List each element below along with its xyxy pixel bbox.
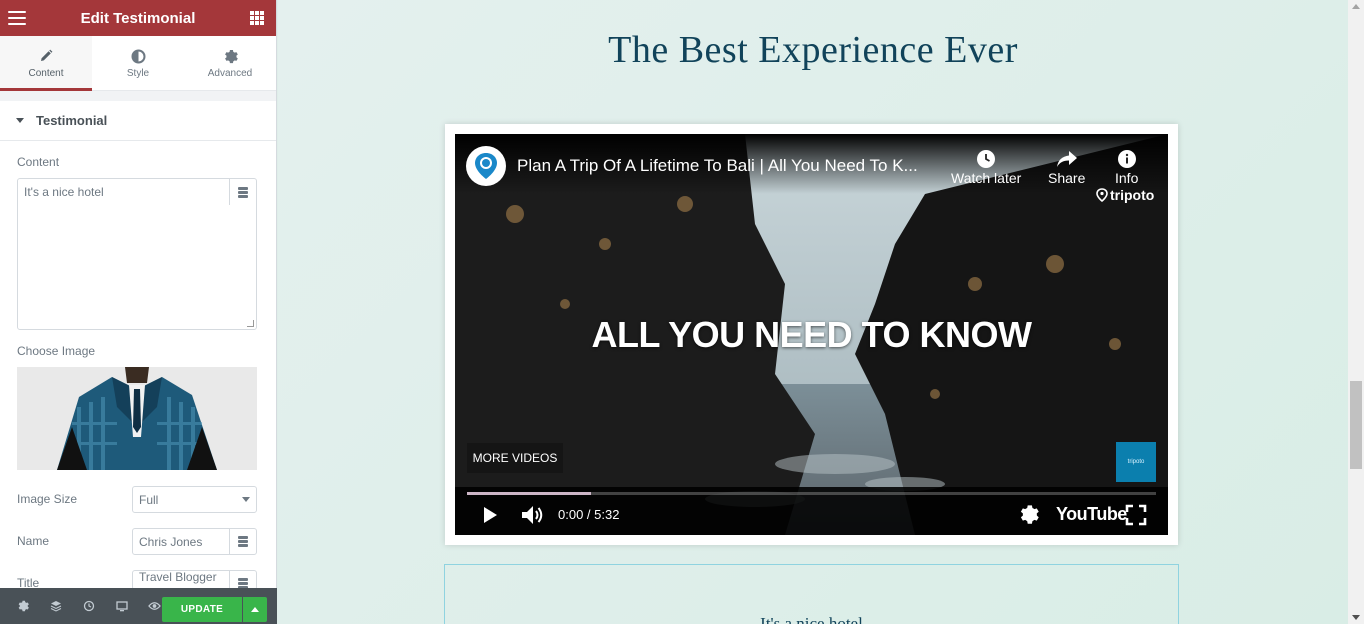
progress-bar[interactable] (467, 492, 1156, 495)
info-label: Info (1115, 170, 1139, 186)
database-icon (238, 536, 248, 547)
channel-avatar[interactable] (466, 146, 506, 186)
testimonial-content: It's a nice hotel (760, 614, 863, 624)
caret-up-icon (251, 607, 259, 612)
settings-gear-icon[interactable] (6, 588, 39, 624)
fullscreen-button[interactable] (1125, 504, 1147, 531)
play-icon (484, 507, 497, 523)
chevron-down-icon (242, 497, 250, 502)
youtube-logo[interactable]: YouTube (1056, 504, 1127, 525)
responsive-mode-icon[interactable] (105, 588, 138, 624)
progress-bar-fill (467, 492, 592, 495)
settings-button[interactable] (1018, 504, 1039, 530)
settings-gear-icon (1020, 505, 1039, 524)
tab-advanced[interactable]: Advanced (184, 36, 276, 90)
content-textarea-value: It's a nice hotel (24, 185, 104, 199)
title-input[interactable]: Travel Blogger (132, 570, 257, 590)
panel-separator (0, 91, 276, 101)
update-options-button[interactable] (243, 597, 267, 622)
watch-later-label: Watch later (951, 170, 1022, 186)
content-textarea[interactable]: It's a nice hotel (17, 178, 257, 330)
page-scrollbar[interactable] (1348, 0, 1364, 624)
video-title[interactable]: Plan A Trip Of A Lifetime To Bali | All … (517, 156, 918, 176)
clock-icon (951, 148, 1021, 170)
brand-tag: tripoto (1096, 187, 1154, 203)
name-value: Chris Jones (139, 534, 203, 549)
database-icon (238, 186, 248, 198)
location-pin-icon (1096, 188, 1108, 202)
navigator-layers-icon[interactable] (39, 588, 72, 624)
half-circle-icon (131, 47, 146, 65)
section-title: Testimonial (36, 113, 108, 128)
image-size-value: Full (139, 492, 159, 507)
database-icon (238, 576, 248, 589)
name-dynamic-tags-button[interactable] (229, 529, 256, 554)
gear-icon (223, 47, 238, 65)
volume-button[interactable] (519, 503, 545, 532)
panel-header: Edit Testimonial (0, 0, 276, 36)
info-icon (1115, 148, 1138, 170)
dynamic-tags-button[interactable] (229, 179, 256, 205)
name-input[interactable]: Chris Jones (132, 528, 257, 555)
brand-text: tripoto (1110, 187, 1155, 203)
caret-down-icon (16, 118, 24, 123)
panel-title: Edit Testimonial (80, 9, 196, 27)
title-value: Travel Blogger (139, 570, 217, 584)
channel-watermark[interactable]: tripoto (1116, 442, 1156, 482)
menu-icon[interactable] (8, 11, 26, 25)
suit-person-image (17, 367, 257, 470)
share-button[interactable]: Share (1048, 148, 1085, 186)
scrollbar-thumb[interactable] (1350, 381, 1362, 469)
tab-style-label: Style (126, 68, 150, 79)
content-label: Content (17, 155, 60, 169)
page-headline: The Best Experience Ever (608, 29, 1018, 71)
update-button[interactable]: UPDATE (162, 597, 242, 622)
image-size-select[interactable]: Full (132, 486, 257, 513)
tab-style[interactable]: Style (92, 36, 184, 90)
watch-later-button[interactable]: Watch later (951, 148, 1021, 186)
video-overlay-text: ALL YOU NEED TO KNOW (591, 314, 1032, 355)
share-arrow-icon (1048, 148, 1085, 170)
image-size-label: Image Size (17, 492, 78, 506)
info-button[interactable]: Info (1115, 148, 1138, 186)
scroll-up-arrow-icon[interactable] (1352, 4, 1360, 9)
tab-content[interactable]: Content (0, 36, 92, 91)
tab-advanced-label: Advanced (207, 68, 253, 79)
panel-tabs: Content Style Advanced (0, 36, 276, 91)
youtube-video-player[interactable]: Plan A Trip Of A Lifetime To Bali | All … (455, 134, 1168, 535)
tab-content-label: Content (28, 68, 64, 79)
name-label: Name (17, 534, 50, 548)
section-testimonial-toggle[interactable]: Testimonial (0, 101, 276, 141)
resize-handle[interactable] (247, 320, 254, 327)
widgets-grid-icon[interactable] (249, 11, 264, 25)
share-label: Share (1048, 170, 1086, 186)
pencil-icon (39, 47, 53, 65)
history-icon[interactable] (72, 588, 105, 624)
scroll-down-arrow-icon[interactable] (1352, 615, 1360, 620)
fullscreen-icon (1125, 504, 1147, 526)
choose-image-label: Choose Image (17, 344, 96, 358)
volume-icon (522, 506, 543, 524)
video-time: 0:00 / 5:32 (558, 507, 620, 522)
more-videos-button[interactable]: MORE VIDEOS (467, 443, 563, 473)
image-preview[interactable] (17, 367, 257, 470)
play-button[interactable] (479, 504, 501, 531)
